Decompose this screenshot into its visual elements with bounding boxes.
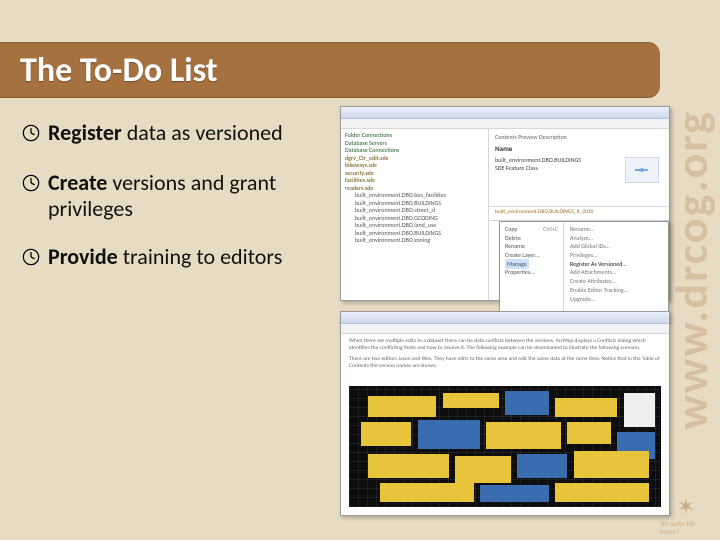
- bullet-item: Provide training to editors: [22, 244, 322, 272]
- bullet-list: Register data as versioned Create versio…: [22, 120, 322, 294]
- submenu-item[interactable]: Analyze…: [570, 234, 662, 243]
- menu-item[interactable]: Copy Ctrl+C: [505, 225, 558, 234]
- logo-tagline: We make life better!: [660, 520, 712, 536]
- submenu-item[interactable]: Register As Versioned…: [570, 260, 662, 269]
- menu-item[interactable]: Manage: [505, 260, 558, 269]
- brand-url: www.drcog.org: [664, 110, 720, 430]
- clock-icon: [22, 246, 40, 272]
- map-preview: [349, 386, 661, 507]
- submenu-item[interactable]: Add Global IDs…: [570, 242, 662, 251]
- bullet-item: Create versions and grant privileges: [22, 170, 322, 222]
- path-bar: built_environment.DBO.BUILDINGS_R_2010: [489, 207, 669, 221]
- submenu-item[interactable]: Create Attributes…: [570, 277, 662, 286]
- drcog-logo: ✶ We make life better!: [660, 476, 712, 536]
- sidebar-brand: www.drcog.org: [664, 0, 720, 540]
- conflict-text: When there are multiple edits to a datas…: [341, 334, 669, 375]
- submenu-item[interactable]: Add Attachments…: [570, 268, 662, 277]
- pane-tabs: Contents Preview Description: [495, 133, 663, 141]
- menu-item[interactable]: Delete: [505, 234, 558, 243]
- menu-item[interactable]: Properties…: [505, 268, 558, 277]
- submenu-item[interactable]: Upgrade…: [570, 295, 662, 304]
- bullet-text: Provide training to editors: [48, 244, 282, 270]
- preview-pane: Contents Preview Description Name built_…: [489, 129, 669, 207]
- clock-icon: [22, 172, 40, 198]
- context-menu: Copy Ctrl+C Delete Rename Create Layer… …: [499, 221, 669, 323]
- window-toolbar: [341, 119, 669, 129]
- context-menu-right: Rename… Analyze… Add Global IDs… Privile…: [564, 222, 668, 322]
- feature-thumb-icon: [625, 157, 659, 183]
- window-toolbar: [341, 324, 669, 334]
- bullet-text: Create versions and grant privileges: [48, 170, 322, 222]
- clock-icon: [22, 122, 40, 148]
- catalog-tree: Folder Connections Database Servers Data…: [341, 129, 489, 300]
- window-titlebar: [341, 312, 669, 324]
- arc-catalog-window: Folder Connections Database Servers Data…: [340, 106, 670, 301]
- logo-mark-icon: ✶: [677, 493, 695, 520]
- menu-item[interactable]: Rename: [505, 242, 558, 251]
- bullet-item: Register data as versioned: [22, 120, 322, 148]
- bullet-text: Register data as versioned: [48, 120, 283, 146]
- slide-title: The To-Do List: [20, 50, 218, 91]
- submenu-item[interactable]: Privileges…: [570, 251, 662, 260]
- screenshot-group: Folder Connections Database Servers Data…: [340, 106, 670, 516]
- pane-header: Name: [495, 144, 663, 153]
- submenu-item[interactable]: Enable Editor Tracking…: [570, 286, 662, 295]
- context-menu-left: Copy Ctrl+C Delete Rename Create Layer… …: [500, 222, 564, 322]
- title-band: The To-Do List: [0, 42, 660, 98]
- window-titlebar: [341, 107, 669, 119]
- submenu-item[interactable]: Rename…: [570, 225, 662, 234]
- conflict-resolution-window: When there are multiple edits to a datas…: [340, 311, 670, 516]
